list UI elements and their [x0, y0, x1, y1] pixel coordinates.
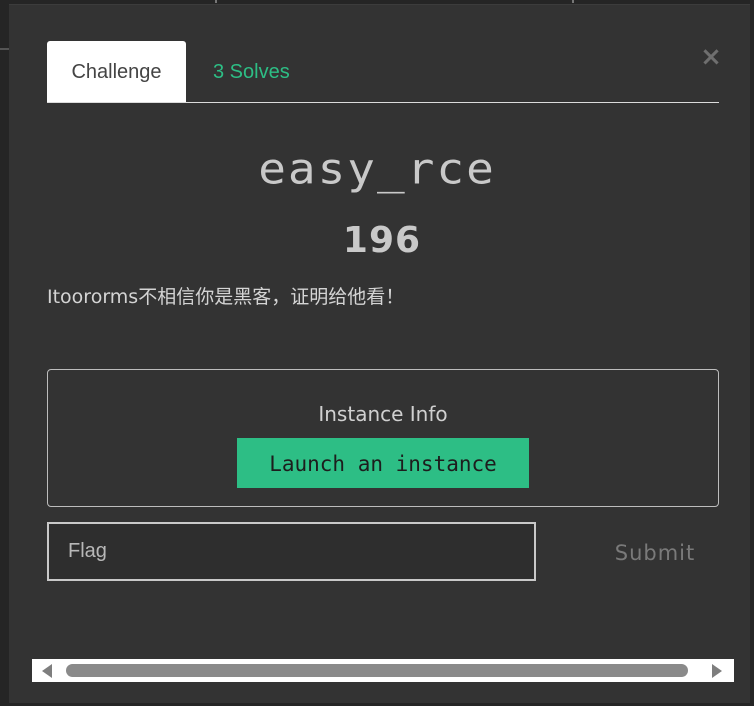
tab-solves[interactable]: 3 Solves — [213, 41, 290, 102]
modal-tabs: Challenge 3 Solves — [47, 41, 719, 103]
scrollbar-thumb[interactable] — [66, 664, 688, 677]
triangle-right-icon[interactable] — [712, 664, 722, 678]
challenge-description: Itoororms不相信你是黑客，证明给他看！ — [47, 286, 405, 308]
backdrop-tick — [215, 0, 217, 3]
launch-instance-button[interactable]: Launch an instance — [237, 438, 529, 488]
challenge-value: 196 — [342, 220, 422, 261]
challenge-name: easy_rce — [258, 144, 496, 194]
instance-info-title: Instance Info — [318, 402, 448, 426]
horizontal-scrollbar[interactable] — [32, 659, 734, 682]
backdrop-tick — [572, 0, 574, 3]
challenge-modal — [9, 4, 750, 703]
triangle-left-icon[interactable] — [42, 664, 52, 678]
instance-info-panel: Instance Info Launch an instance — [47, 369, 719, 507]
tab-challenge[interactable]: Challenge — [47, 41, 186, 102]
submit-button[interactable]: Submit — [590, 534, 720, 570]
flag-input[interactable] — [47, 522, 536, 581]
